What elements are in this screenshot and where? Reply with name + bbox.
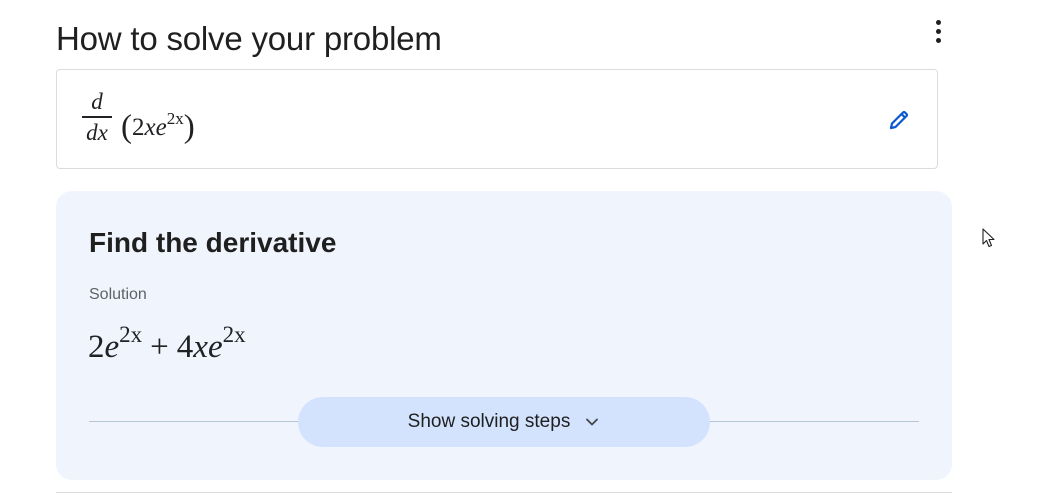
more-vert-icon	[935, 19, 941, 25]
close-paren: )	[183, 109, 195, 145]
term2-coefficient: 4	[176, 329, 194, 365]
fraction-bar	[82, 116, 112, 118]
fraction-numerator: d	[91, 89, 103, 114]
solution-label: Solution	[89, 286, 147, 303]
term2-exponent: 2x	[222, 322, 246, 347]
open-paren: (	[121, 109, 132, 145]
more-vert-dot	[935, 37, 941, 43]
divider-left	[89, 421, 309, 422]
expression-exponent: 2x	[167, 109, 184, 128]
exponent-text: 2x	[166, 109, 184, 128]
term2-base: e	[207, 329, 223, 365]
mouse-cursor-icon	[982, 228, 995, 248]
problem-expression: (2xe2x)	[121, 104, 195, 145]
expression-variable: x	[144, 114, 156, 141]
term1-exponent: 2x	[119, 322, 143, 347]
edit-problem-button[interactable]	[883, 104, 915, 136]
show-solving-steps-button[interactable]: Show solving steps	[298, 397, 710, 447]
bottom-divider	[56, 492, 952, 493]
page-title: How to solve your problem	[56, 20, 442, 57]
term1-base: e	[104, 329, 120, 365]
more-vert-dot	[935, 28, 941, 34]
plus-operator: +	[150, 329, 169, 365]
term1-coefficient: 2	[88, 329, 105, 365]
problem-input-box[interactable]: d dx (2xe2x)	[56, 69, 938, 169]
solution-card: Find the derivative Solution 2e2x +4xe2x …	[56, 191, 952, 480]
divider-right	[706, 421, 919, 422]
expression-coefficient: 2	[132, 114, 145, 141]
fraction-denominator: dx	[86, 119, 108, 145]
derivative-operator: d dx	[81, 90, 113, 145]
expression-base: e	[155, 114, 167, 141]
more-options-button[interactable]	[926, 16, 950, 46]
pencil-icon	[889, 110, 909, 130]
show-steps-label: Show solving steps	[407, 411, 571, 432]
card-title: Find the derivative	[89, 227, 337, 258]
solution-expression: 2e2x +4xe2x	[88, 315, 246, 367]
term2-variable: x	[193, 329, 208, 365]
chevron-down-icon	[586, 418, 599, 426]
